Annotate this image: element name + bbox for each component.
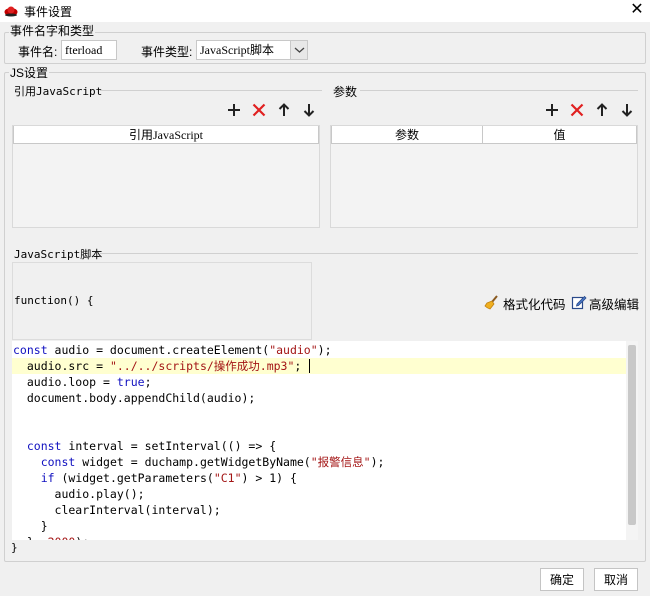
params-title: 参数 xyxy=(333,85,358,99)
edit-icon[interactable] xyxy=(571,294,587,310)
code-token: ; xyxy=(294,359,302,373)
code-token: const xyxy=(40,455,76,469)
code-line: if (widget.getParameters("C1") > 1) { xyxy=(13,470,297,486)
event-name-label: 事件名: xyxy=(18,45,58,59)
move-down-ref-icon[interactable] xyxy=(300,101,318,119)
code-token: const xyxy=(13,343,48,357)
js-group-legend: JS设置 xyxy=(9,66,50,80)
code-token: ); xyxy=(317,343,332,357)
params-column-param[interactable]: 参数 xyxy=(331,126,483,144)
event-type-value: JavaScript脚本 xyxy=(200,43,274,57)
cancel-button[interactable]: 取消 xyxy=(594,568,638,591)
broom-icon[interactable] xyxy=(484,294,500,310)
code-line: audio.loop = true; xyxy=(13,374,152,390)
add-param-icon[interactable] xyxy=(543,101,561,119)
code-token: "C1" xyxy=(213,471,242,485)
move-up-ref-icon[interactable] xyxy=(275,101,293,119)
code-line: clearInterval(interval); xyxy=(13,502,221,518)
code-token: true xyxy=(116,375,145,389)
delete-ref-icon[interactable] xyxy=(250,101,268,119)
code-lines: const audio = document.createElement("au… xyxy=(13,341,625,540)
script-function-footer: } xyxy=(11,541,18,554)
title-bar xyxy=(0,0,650,22)
code-token: ; xyxy=(144,375,152,389)
code-line: document.body.appendChild(audio); xyxy=(13,390,255,406)
code-token: (widget.getParameters( xyxy=(54,471,214,485)
code-scrollbar-thumb[interactable] xyxy=(628,345,636,525)
code-editor[interactable]: const audio = document.createElement("au… xyxy=(12,341,638,540)
format-code-button[interactable]: 格式化代码 xyxy=(503,294,566,313)
script-divider xyxy=(100,253,638,254)
code-token: document.body.appendChild(audio); xyxy=(13,391,256,405)
code-token: interval = setInterval(() => { xyxy=(61,439,277,453)
code-token: audio.play(); xyxy=(13,487,145,501)
add-ref-icon[interactable] xyxy=(225,101,243,119)
script-title: JavaScript脚本 xyxy=(14,248,103,261)
code-token: 2000 xyxy=(48,535,76,540)
code-line: const interval = setInterval(() => { xyxy=(13,438,276,454)
move-down-param-icon[interactable] xyxy=(618,101,636,119)
app-logo-icon xyxy=(4,6,18,17)
event-type-label: 事件类型: xyxy=(141,45,193,59)
code-token: clearInterval(interval); xyxy=(13,503,221,517)
code-token: ); xyxy=(75,535,89,540)
close-icon[interactable]: ✕ xyxy=(626,0,648,20)
code-token: const xyxy=(26,439,62,453)
move-up-param-icon[interactable] xyxy=(593,101,611,119)
ok-button[interactable]: 确定 xyxy=(540,568,584,591)
code-token: "audio" xyxy=(269,343,318,357)
code-token: } xyxy=(13,519,48,533)
code-line: } xyxy=(13,518,48,534)
code-line: const audio = document.createElement("au… xyxy=(13,342,332,358)
event-group-legend: 事件名字和类型 xyxy=(9,24,96,38)
event-name-input[interactable]: fterload xyxy=(61,40,117,60)
code-token: audio = document.createElement( xyxy=(47,343,270,357)
params-column-value[interactable]: 值 xyxy=(483,126,637,144)
code-token: "报警信息" xyxy=(310,455,371,469)
event-type-dropdown-arrow[interactable] xyxy=(290,41,307,59)
code-token: ) > 1) { xyxy=(241,471,297,485)
js-refs-divider xyxy=(100,90,322,91)
code-token: if xyxy=(40,471,55,485)
code-token: "../../scripts/操作成功.mp3" xyxy=(109,359,295,373)
delete-param-icon[interactable] xyxy=(568,101,586,119)
js-refs-column-header[interactable]: 引用JavaScript xyxy=(13,126,319,144)
code-line: audio.play(); xyxy=(13,486,145,502)
code-line: audio.src = "../../scripts/操作成功.mp3"; xyxy=(13,358,302,374)
chevron-down-icon xyxy=(294,47,305,53)
advanced-edit-button[interactable]: 高级编辑 xyxy=(589,294,639,313)
code-token: }, xyxy=(13,535,48,540)
script-function-header: function() { xyxy=(14,294,94,307)
code-token: audio.loop = xyxy=(13,375,117,389)
code-token: widget = duchamp.getWidgetByName( xyxy=(75,455,311,469)
code-token: ); xyxy=(370,455,385,469)
code-line: }, 2000); xyxy=(13,534,89,540)
code-token: audio.src = xyxy=(13,359,110,373)
js-refs-title: 引用JavaScript xyxy=(14,85,103,98)
window-title: 事件设置 xyxy=(24,5,73,19)
params-divider xyxy=(360,90,638,91)
code-line: const widget = duchamp.getWidgetByName("… xyxy=(13,454,385,470)
